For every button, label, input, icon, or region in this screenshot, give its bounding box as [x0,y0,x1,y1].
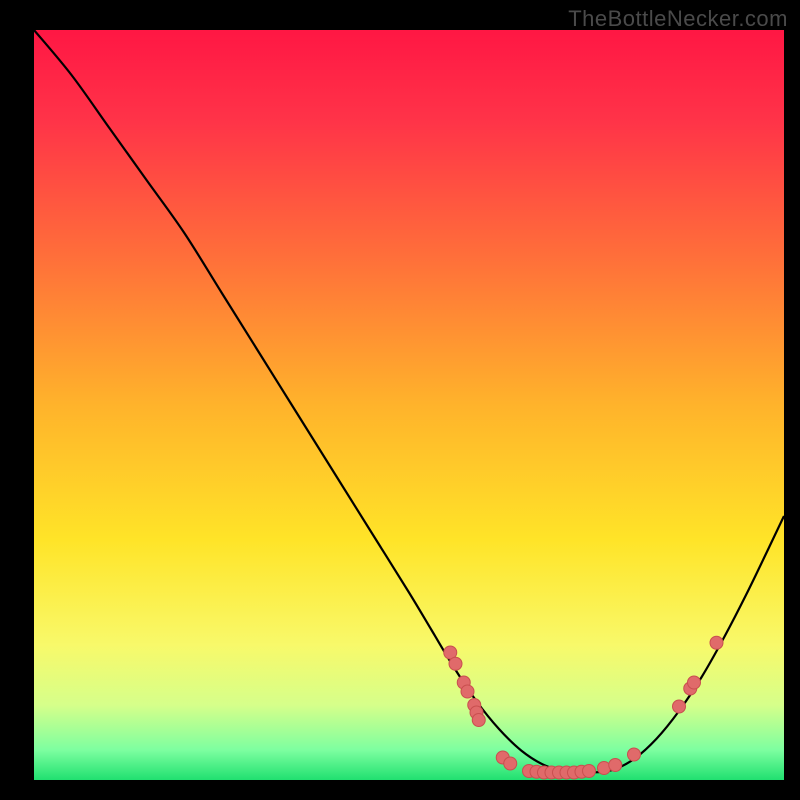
data-marker [472,714,485,727]
chart-frame: TheBottleNecker.com [0,0,800,800]
data-marker [583,765,596,778]
data-marker [449,657,462,670]
data-marker [710,636,723,649]
data-marker [628,748,641,761]
data-marker [688,676,701,689]
plot-area [34,30,784,780]
gradient-background [34,30,784,780]
data-marker [609,759,622,772]
chart-svg [34,30,784,780]
data-marker [504,757,517,770]
watermark-text: TheBottleNecker.com [568,6,788,32]
data-marker [673,700,686,713]
data-marker [461,685,474,698]
